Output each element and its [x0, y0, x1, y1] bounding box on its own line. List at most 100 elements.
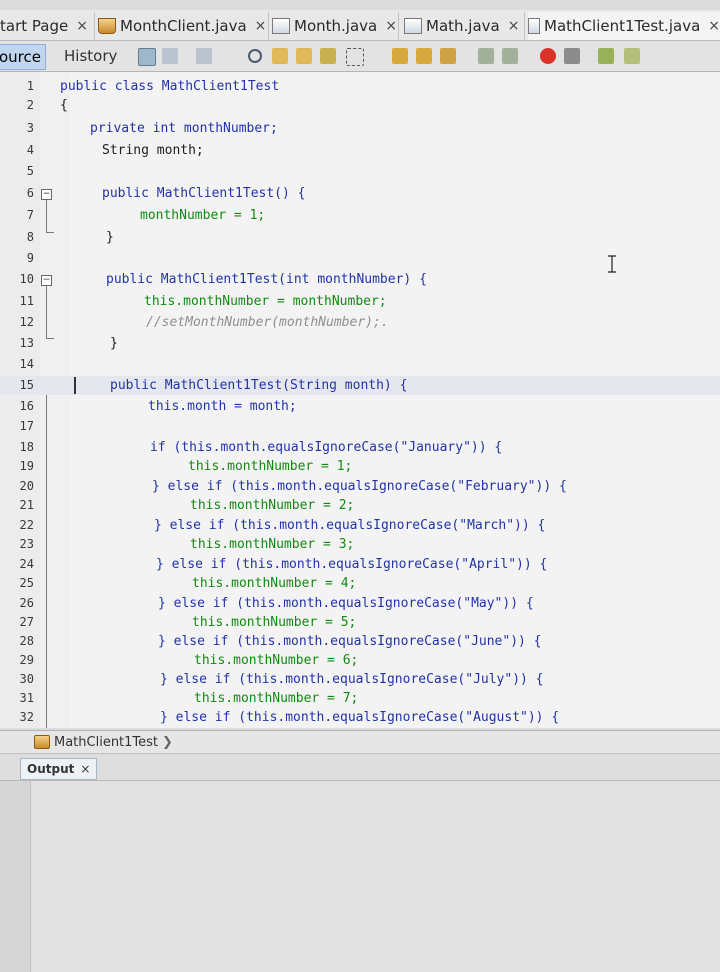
code-line[interactable]: 13 }	[0, 334, 720, 353]
line-number: 28	[19, 634, 34, 648]
code-line[interactable]: 22 } else if (this.month.equalsIgnoreCas…	[0, 516, 720, 535]
code-text: this.monthNumber = 5;	[192, 615, 357, 630]
tab-label: MonthClient.java	[120, 17, 247, 35]
java-cup-icon	[98, 18, 116, 34]
code-line[interactable]: 24 } else if (this.month.equalsIgnoreCas…	[0, 555, 720, 574]
close-icon[interactable]: ×	[708, 18, 720, 34]
line-number: 2	[26, 98, 34, 112]
code-editor[interactable]: − − − 1 public class MathClient1Test 2 {…	[0, 72, 720, 728]
code-line[interactable]: 25 this.monthNumber = 4;	[0, 574, 720, 593]
tab-math-java[interactable]: Math.java ×	[404, 12, 525, 40]
record-macro-icon[interactable]	[540, 48, 556, 64]
line-number: 7	[26, 208, 34, 222]
tab-start-page[interactable]: tart Page ×	[0, 12, 95, 40]
close-icon[interactable]: ×	[80, 762, 90, 776]
code-line[interactable]: 7 monthNumber = 1;	[0, 206, 720, 225]
code-text: } else if (this.month.equalsIgnoreCase("…	[152, 479, 567, 494]
line-number: 29	[19, 653, 34, 667]
line-number: 21	[19, 498, 34, 512]
code-line[interactable]: 12 //setMonthNumber(monthNumber);.	[0, 313, 720, 332]
code-line[interactable]: 4 String month;	[0, 141, 720, 160]
last-edit-icon[interactable]	[138, 48, 156, 66]
code-line[interactable]: 31 this.monthNumber = 7;	[0, 689, 720, 708]
line-number: 1	[26, 79, 34, 93]
code-text: public class MathClient1Test	[60, 79, 280, 94]
close-icon[interactable]: ×	[76, 18, 88, 34]
code-text: this.monthNumber = 3;	[190, 537, 355, 552]
output-console[interactable]	[0, 781, 720, 972]
text-cursor-icon	[608, 255, 616, 273]
code-text: String month;	[102, 143, 204, 158]
select-icon[interactable]	[346, 48, 364, 66]
close-icon[interactable]: ×	[385, 18, 397, 34]
stop-macro-icon[interactable]	[564, 48, 580, 64]
code-line[interactable]: 20 } else if (this.month.equalsIgnoreCas…	[0, 477, 720, 496]
back-icon[interactable]	[162, 48, 178, 64]
code-line[interactable]: 29 this.monthNumber = 6;	[0, 651, 720, 670]
line-number: 4	[26, 143, 34, 157]
next-bookmark-icon[interactable]	[416, 48, 432, 64]
code-text: if (this.month.equalsIgnoreCase("January…	[150, 440, 503, 455]
history-view-button[interactable]: History	[60, 44, 121, 68]
code-text: this.monthNumber = 2;	[190, 498, 355, 513]
shift-left-icon[interactable]	[478, 48, 494, 64]
code-line[interactable]: 2 {	[0, 96, 720, 115]
toggle-bookmark-icon[interactable]	[440, 48, 456, 64]
code-line[interactable]: 32 } else if (this.month.equalsIgnoreCas…	[0, 708, 720, 727]
breadcrumb-item[interactable]: MathClient1Test	[54, 735, 158, 750]
source-view-button[interactable]: ource	[0, 44, 46, 70]
shift-right-icon[interactable]	[502, 48, 518, 64]
line-number: 22	[19, 518, 34, 532]
tab-label: MathClient1Test.java	[544, 17, 701, 35]
line-number: 14	[19, 357, 34, 371]
code-line[interactable]: 1 public class MathClient1Test	[0, 77, 720, 96]
code-line[interactable]: 17	[0, 417, 720, 436]
code-line[interactable]: 3 private int monthNumber;	[0, 119, 720, 138]
line-number: 25	[19, 576, 34, 590]
uncomment-icon[interactable]	[624, 48, 640, 64]
forward-icon[interactable]	[196, 48, 212, 64]
code-line[interactable]: 16 this.month = month;	[0, 397, 720, 416]
search-icon[interactable]	[248, 49, 262, 63]
code-line[interactable]: 8 }	[0, 228, 720, 247]
code-text: this.monthNumber = 4;	[192, 576, 357, 591]
code-line[interactable]: 5	[0, 162, 720, 181]
code-text: this.monthNumber = 1;	[188, 459, 353, 474]
close-icon[interactable]: ×	[508, 18, 520, 34]
code-line-current[interactable]: 15 public MathClient1Test(String month) …	[0, 376, 720, 395]
line-number: 18	[19, 440, 34, 454]
tab-output[interactable]: Output ×	[20, 758, 98, 780]
tab-month-java[interactable]: Month.java ×	[272, 12, 399, 40]
comment-icon[interactable]	[598, 48, 614, 64]
code-text: } else if (this.month.equalsIgnoreCase("…	[158, 596, 534, 611]
line-number: 20	[19, 479, 34, 493]
code-line[interactable]: 18 if (this.month.equalsIgnoreCase("Janu…	[0, 438, 720, 457]
output-toolbar	[0, 781, 31, 972]
code-line[interactable]: 19 this.monthNumber = 1;	[0, 457, 720, 476]
class-icon	[34, 735, 50, 749]
line-number: 31	[19, 691, 34, 705]
find-next-icon[interactable]	[296, 48, 312, 64]
code-line[interactable]: 14	[0, 355, 720, 374]
tab-mathclient1test-java[interactable]: MathClient1Test.java ×	[528, 12, 720, 40]
code-line[interactable]: 11 this.monthNumber = monthNumber;	[0, 292, 720, 311]
prev-bookmark-icon[interactable]	[392, 48, 408, 64]
code-line[interactable]: 27 this.monthNumber = 5;	[0, 613, 720, 632]
tab-monthclient-java[interactable]: MonthClient.java ×	[98, 12, 269, 40]
code-text: {	[60, 98, 68, 113]
find-previous-icon[interactable]	[272, 48, 288, 64]
code-line[interactable]: 26 } else if (this.month.equalsIgnoreCas…	[0, 594, 720, 613]
toggle-highlight-icon[interactable]	[320, 48, 336, 64]
code-line[interactable]: 28 } else if (this.month.equalsIgnoreCas…	[0, 632, 720, 651]
close-icon[interactable]: ×	[255, 18, 267, 34]
code-line[interactable]: 30 } else if (this.month.equalsIgnoreCas…	[0, 670, 720, 689]
code-line[interactable]: 21 this.monthNumber = 2;	[0, 496, 720, 515]
chevron-right-icon[interactable]: ❯	[162, 735, 173, 750]
code-text: } else if (this.month.equalsIgnoreCase("…	[156, 557, 548, 572]
output-panel-header: Output ×	[0, 756, 720, 781]
line-number: 32	[19, 710, 34, 724]
code-text: }	[106, 230, 114, 245]
code-line[interactable]: 6 public MathClient1Test() {	[0, 184, 720, 203]
code-text: this.month = month;	[148, 399, 297, 414]
code-line[interactable]: 23 this.monthNumber = 3;	[0, 535, 720, 554]
